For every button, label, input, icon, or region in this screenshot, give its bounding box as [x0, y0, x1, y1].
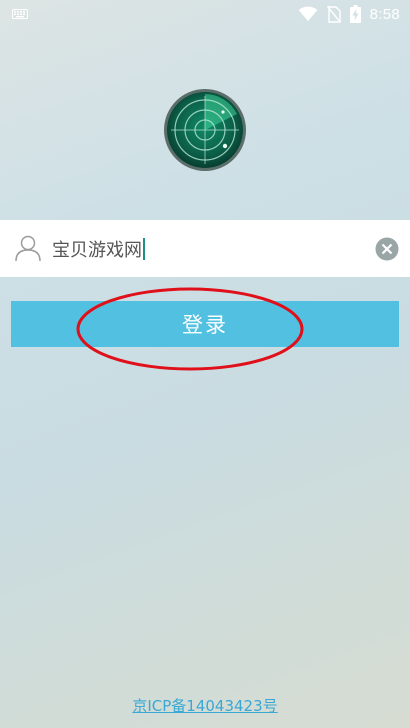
keyboard-icon [12, 9, 28, 19]
text-cursor [143, 238, 145, 260]
wifi-icon [298, 6, 318, 21]
icp-link[interactable]: 京ICP备14043423号 [0, 695, 410, 716]
battery-charging-icon [349, 5, 361, 23]
user-icon [15, 235, 41, 262]
status-icons: 8:58 [298, 0, 400, 28]
no-sim-icon [326, 5, 341, 23]
status-time: 8:58 [369, 5, 400, 23]
username-input[interactable]: 宝贝游戏网 [52, 234, 352, 264]
login-button[interactable]: 登录 [11, 301, 399, 347]
clear-icon[interactable] [375, 237, 399, 261]
username-row: 宝贝游戏网 [0, 220, 410, 277]
username-value: 宝贝游戏网 [52, 240, 142, 261]
radar-icon [164, 89, 246, 171]
status-bar: 8:58 [0, 0, 410, 28]
